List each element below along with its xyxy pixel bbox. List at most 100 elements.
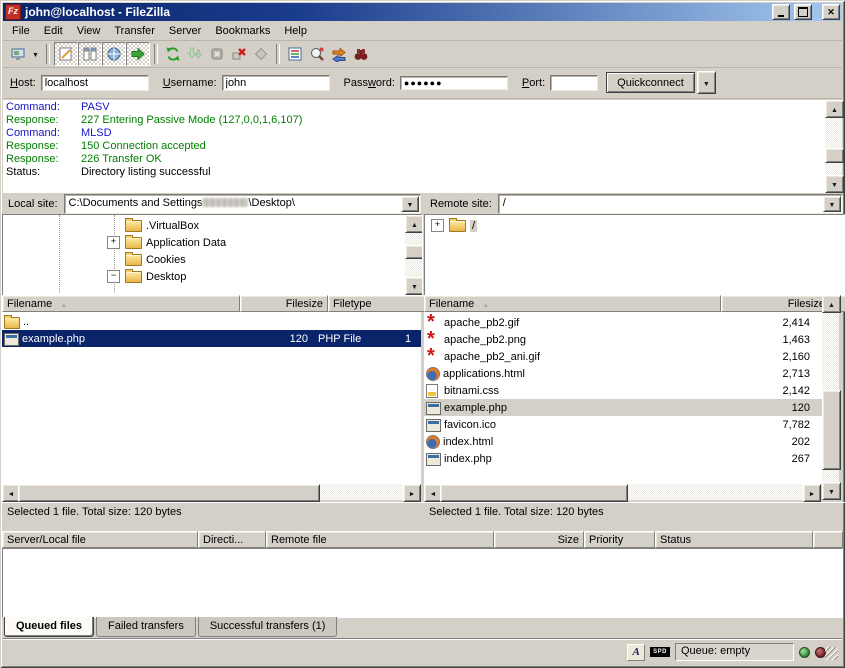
tree-item-root[interactable]: /: [425, 217, 844, 234]
tree-item-application-data[interactable]: Application Data: [3, 234, 422, 251]
maximize-button[interactable]: [794, 4, 812, 20]
file-row[interactable]: apache_pb2.gif2,414: [424, 314, 822, 331]
site-manager-dropdown-icon[interactable]: [29, 44, 42, 64]
file-row[interactable]: index.html202: [424, 433, 822, 450]
reconnect-icon[interactable]: [250, 43, 272, 65]
column-header-filesize[interactable]: Filesize: [721, 295, 830, 312]
scrollbar-thumb[interactable]: [405, 245, 423, 259]
find-files-icon[interactable]: [350, 43, 372, 65]
site-manager-icon[interactable]: [7, 43, 29, 65]
remote-site-dropdown-button[interactable]: [823, 196, 841, 212]
local-tree-vertical-scrollbar[interactable]: [405, 215, 422, 295]
menu-edit[interactable]: Edit: [37, 23, 70, 39]
resize-grip[interactable]: [825, 647, 838, 660]
sort-ascending-icon: [474, 298, 489, 310]
scroll-up-button[interactable]: [822, 295, 841, 313]
expand-icon[interactable]: [431, 219, 444, 232]
column-header-filename[interactable]: Filename: [424, 295, 721, 312]
toggle-local-tree-icon[interactable]: [78, 42, 102, 66]
menu-bookmarks[interactable]: Bookmarks: [208, 23, 277, 39]
local-site-combobox[interactable]: C:\Documents and Settings\Desktop\: [64, 194, 421, 214]
toggle-message-log-icon[interactable]: [54, 42, 78, 66]
toggle-remote-tree-icon[interactable]: [102, 42, 126, 66]
local-site-dropdown-button[interactable]: [401, 196, 419, 212]
column-header-remote-file[interactable]: Remote file: [266, 531, 494, 548]
tree-item-cookies[interactable]: Cookies: [3, 251, 422, 268]
local-site-row: Local site: C:\Documents and Settings\De…: [2, 195, 421, 213]
remote-list-vertical-scrollbar[interactable]: [822, 295, 839, 500]
folder-icon: [125, 271, 142, 283]
password-input[interactable]: [400, 76, 508, 90]
scrollbar-thumb[interactable]: [822, 390, 841, 470]
host-input[interactable]: [41, 75, 149, 91]
queue-size-status: Queue: empty: [675, 643, 794, 661]
log-row: Response:227 Entering Passive Mode (127,…: [3, 114, 824, 127]
column-header-status[interactable]: Status: [655, 531, 813, 548]
directory-filters-icon[interactable]: [284, 43, 306, 65]
file-row[interactable]: favicon.ico7,782: [424, 416, 822, 433]
toolbar-separator: [46, 44, 50, 64]
scroll-down-button[interactable]: [825, 175, 844, 193]
scroll-up-button[interactable]: [405, 215, 423, 233]
column-header-filetype[interactable]: Filetype: [328, 295, 425, 312]
tree-item-desktop[interactable]: Desktop: [3, 268, 422, 285]
remote-site-combobox[interactable]: /: [498, 194, 843, 214]
scrollbar-thumb[interactable]: [440, 484, 628, 502]
scroll-right-button[interactable]: [403, 484, 421, 502]
column-header-size[interactable]: Size: [494, 531, 584, 548]
synchronized-browsing-icon[interactable]: [328, 43, 350, 65]
quickconnect-dropdown-button[interactable]: [697, 71, 716, 94]
log-label: Command:: [6, 127, 81, 140]
speed-limit-icon: SPD: [650, 647, 670, 657]
chevron-down-icon: [829, 198, 836, 210]
column-header-filesize[interactable]: Filesize: [240, 295, 328, 312]
menu-file[interactable]: File: [5, 23, 37, 39]
port-input[interactable]: [550, 75, 598, 91]
scrollbar-thumb[interactable]: [825, 148, 844, 163]
disconnect-icon[interactable]: [228, 43, 250, 65]
cancel-operation-icon[interactable]: [206, 43, 228, 65]
refresh-icon[interactable]: [162, 43, 184, 65]
scroll-down-button[interactable]: [405, 277, 423, 295]
username-input[interactable]: [222, 75, 330, 91]
remote-selection-status: Selected 1 file. Total size: 120 bytes: [424, 502, 845, 524]
local-list-horizontal-scrollbar[interactable]: [2, 484, 421, 500]
expand-icon[interactable]: [107, 236, 120, 249]
log-vertical-scrollbar[interactable]: [825, 100, 842, 193]
quickconnect-button[interactable]: Quickconnect: [606, 72, 695, 93]
close-button[interactable]: [822, 4, 840, 20]
file-row-parent-dir[interactable]: ..: [2, 313, 421, 330]
tab-queued-files[interactable]: Queued files: [4, 617, 94, 637]
column-header-server-local-file[interactable]: Server/Local file: [2, 531, 198, 548]
menu-server[interactable]: Server: [162, 23, 208, 39]
compare-directories-icon[interactable]: [306, 43, 328, 65]
minimize-button[interactable]: [772, 4, 790, 20]
collapse-icon[interactable]: [107, 270, 120, 283]
close-icon: [827, 6, 835, 18]
file-row[interactable]: apache_pb2.png1,463: [424, 331, 822, 348]
file-row[interactable]: apache_pb2_ani.gif2,160: [424, 348, 822, 365]
menu-help[interactable]: Help: [277, 23, 314, 39]
column-header-priority[interactable]: Priority: [584, 531, 655, 548]
log-text: 227 Entering Passive Mode (127,0,0,1,6,1…: [81, 114, 824, 127]
scroll-right-button[interactable]: [803, 484, 821, 502]
file-row[interactable]: bitnami.css2,142: [424, 382, 822, 399]
menu-view[interactable]: View: [70, 23, 108, 39]
file-row-example-php[interactable]: example.php 120 PHP File 1: [2, 330, 421, 347]
file-row[interactable]: index.php267: [424, 450, 822, 467]
file-row-selected[interactable]: example.php120: [424, 399, 822, 416]
tab-successful-transfers[interactable]: Successful transfers (1): [198, 617, 338, 637]
process-queue-icon[interactable]: [184, 43, 206, 65]
remote-list-horizontal-scrollbar[interactable]: [424, 484, 821, 500]
column-header-direction[interactable]: Directi...: [198, 531, 266, 548]
scroll-up-button[interactable]: [825, 100, 844, 118]
toggle-transfer-queue-icon[interactable]: [126, 42, 150, 66]
column-header-filename[interactable]: Filename: [2, 295, 240, 312]
username-label: Username:: [163, 77, 217, 89]
tree-item-virtualbox[interactable]: .VirtualBox: [3, 217, 422, 234]
scroll-down-button[interactable]: [822, 482, 841, 500]
menu-transfer[interactable]: Transfer: [107, 23, 162, 39]
file-row[interactable]: applications.html2,713: [424, 365, 822, 382]
tab-failed-transfers[interactable]: Failed transfers: [96, 617, 196, 637]
scrollbar-thumb[interactable]: [18, 484, 320, 502]
